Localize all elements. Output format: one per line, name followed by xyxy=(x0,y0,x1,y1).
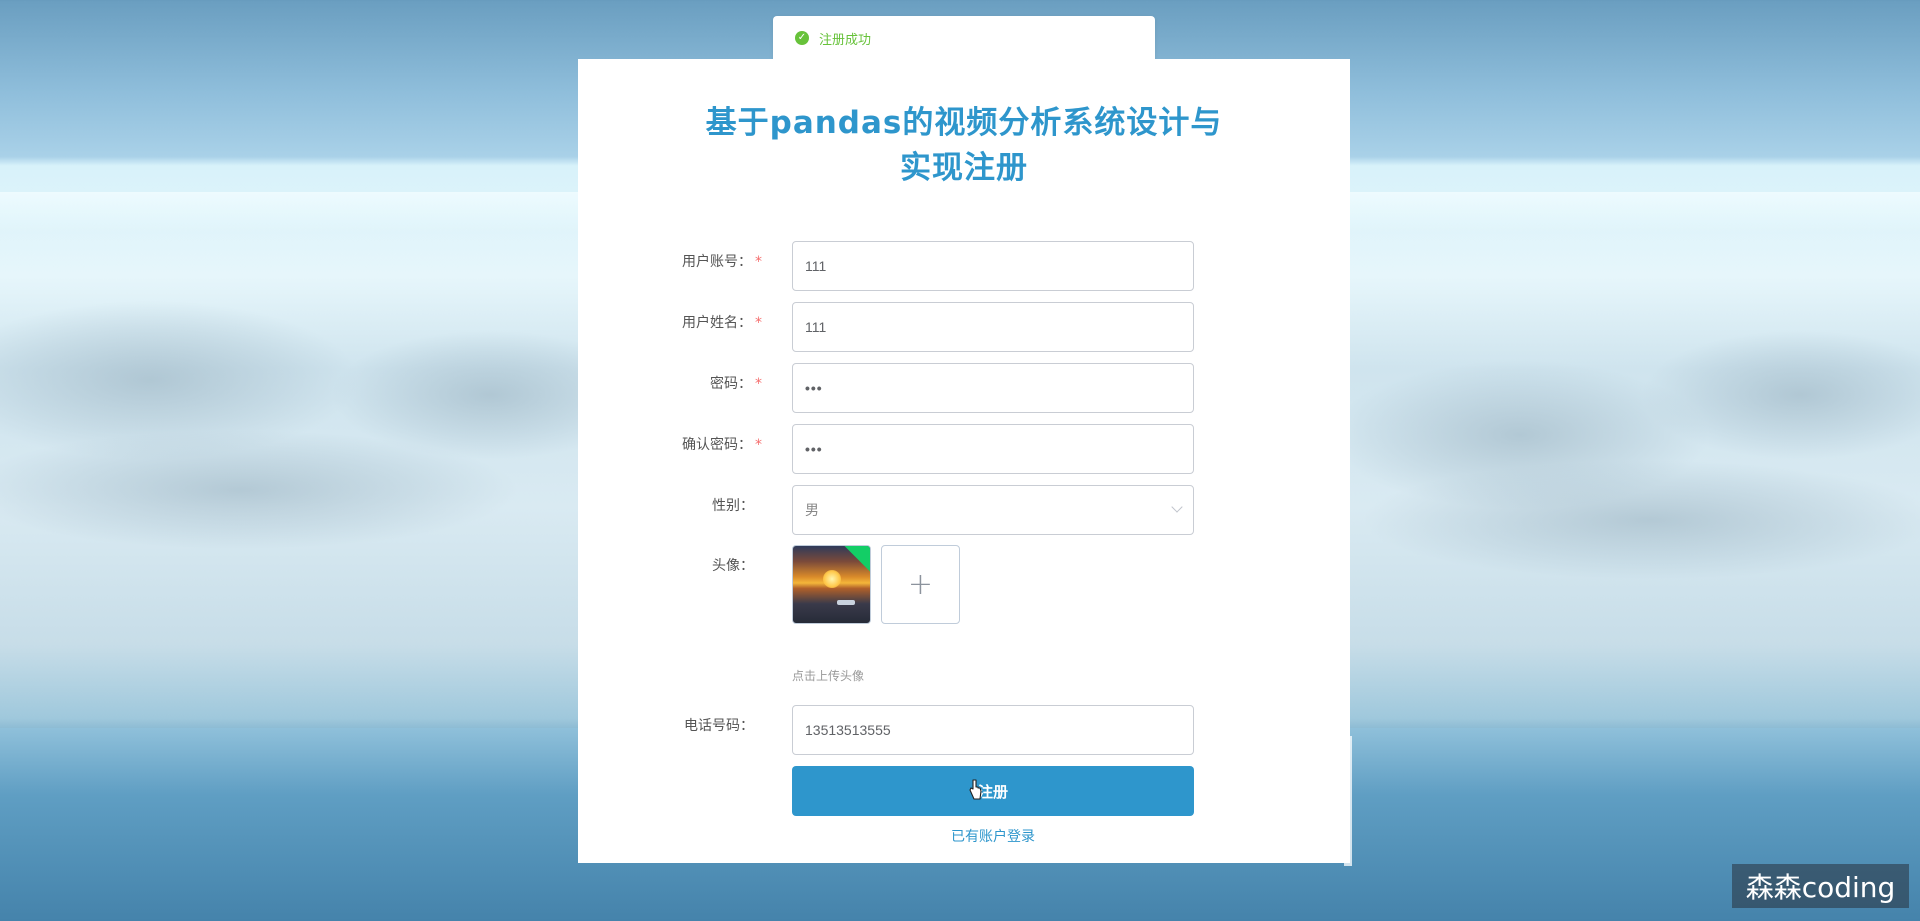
hand-cursor-icon xyxy=(969,779,982,800)
confirm-password-input[interactable]: ••• xyxy=(792,424,1194,474)
gender-value: 男 xyxy=(805,502,819,518)
account-label: 用户账号： * xyxy=(682,254,762,270)
gender-label: 性别： xyxy=(712,498,754,514)
avatar-upload-hint: 点击上传头像 xyxy=(792,669,865,683)
name-label: 用户姓名： * xyxy=(682,315,762,331)
phone-input[interactable]: 13513513555 xyxy=(792,705,1194,755)
account-input[interactable]: 111 xyxy=(792,241,1194,291)
watermark: 森森coding xyxy=(1732,864,1909,908)
gender-select[interactable]: 男 xyxy=(792,485,1194,535)
avatar-label: 头像： xyxy=(712,558,754,574)
register-card: 基于pandas的视频分析系统设计与实现注册 用户账号： * 111 用户姓名： *… xyxy=(578,59,1350,863)
password-input[interactable]: ••• xyxy=(792,363,1194,413)
chevron-down-icon xyxy=(1171,501,1183,513)
login-link[interactable]: 已有账户登录 xyxy=(792,826,1194,846)
side-divider xyxy=(1344,736,1352,866)
success-toast: ✓ 注册成功 xyxy=(773,16,1155,60)
confirm-password-label: 确认密码： * xyxy=(682,437,762,453)
avatar-upload-button[interactable]: + xyxy=(881,545,960,624)
page-title: 基于pandas的视频分析系统设计与实现注册 xyxy=(705,105,1223,186)
avatar-image[interactable] xyxy=(792,545,871,624)
name-input[interactable]: 111 xyxy=(792,302,1194,352)
toast-message: 注册成功 xyxy=(819,32,872,48)
phone-label: 电话号码： xyxy=(684,718,754,734)
plus-icon: + xyxy=(907,567,934,602)
password-label: 密码： * xyxy=(710,376,762,392)
check-circle-icon: ✓ xyxy=(795,31,809,45)
register-button[interactable]: 注册 xyxy=(792,766,1194,816)
